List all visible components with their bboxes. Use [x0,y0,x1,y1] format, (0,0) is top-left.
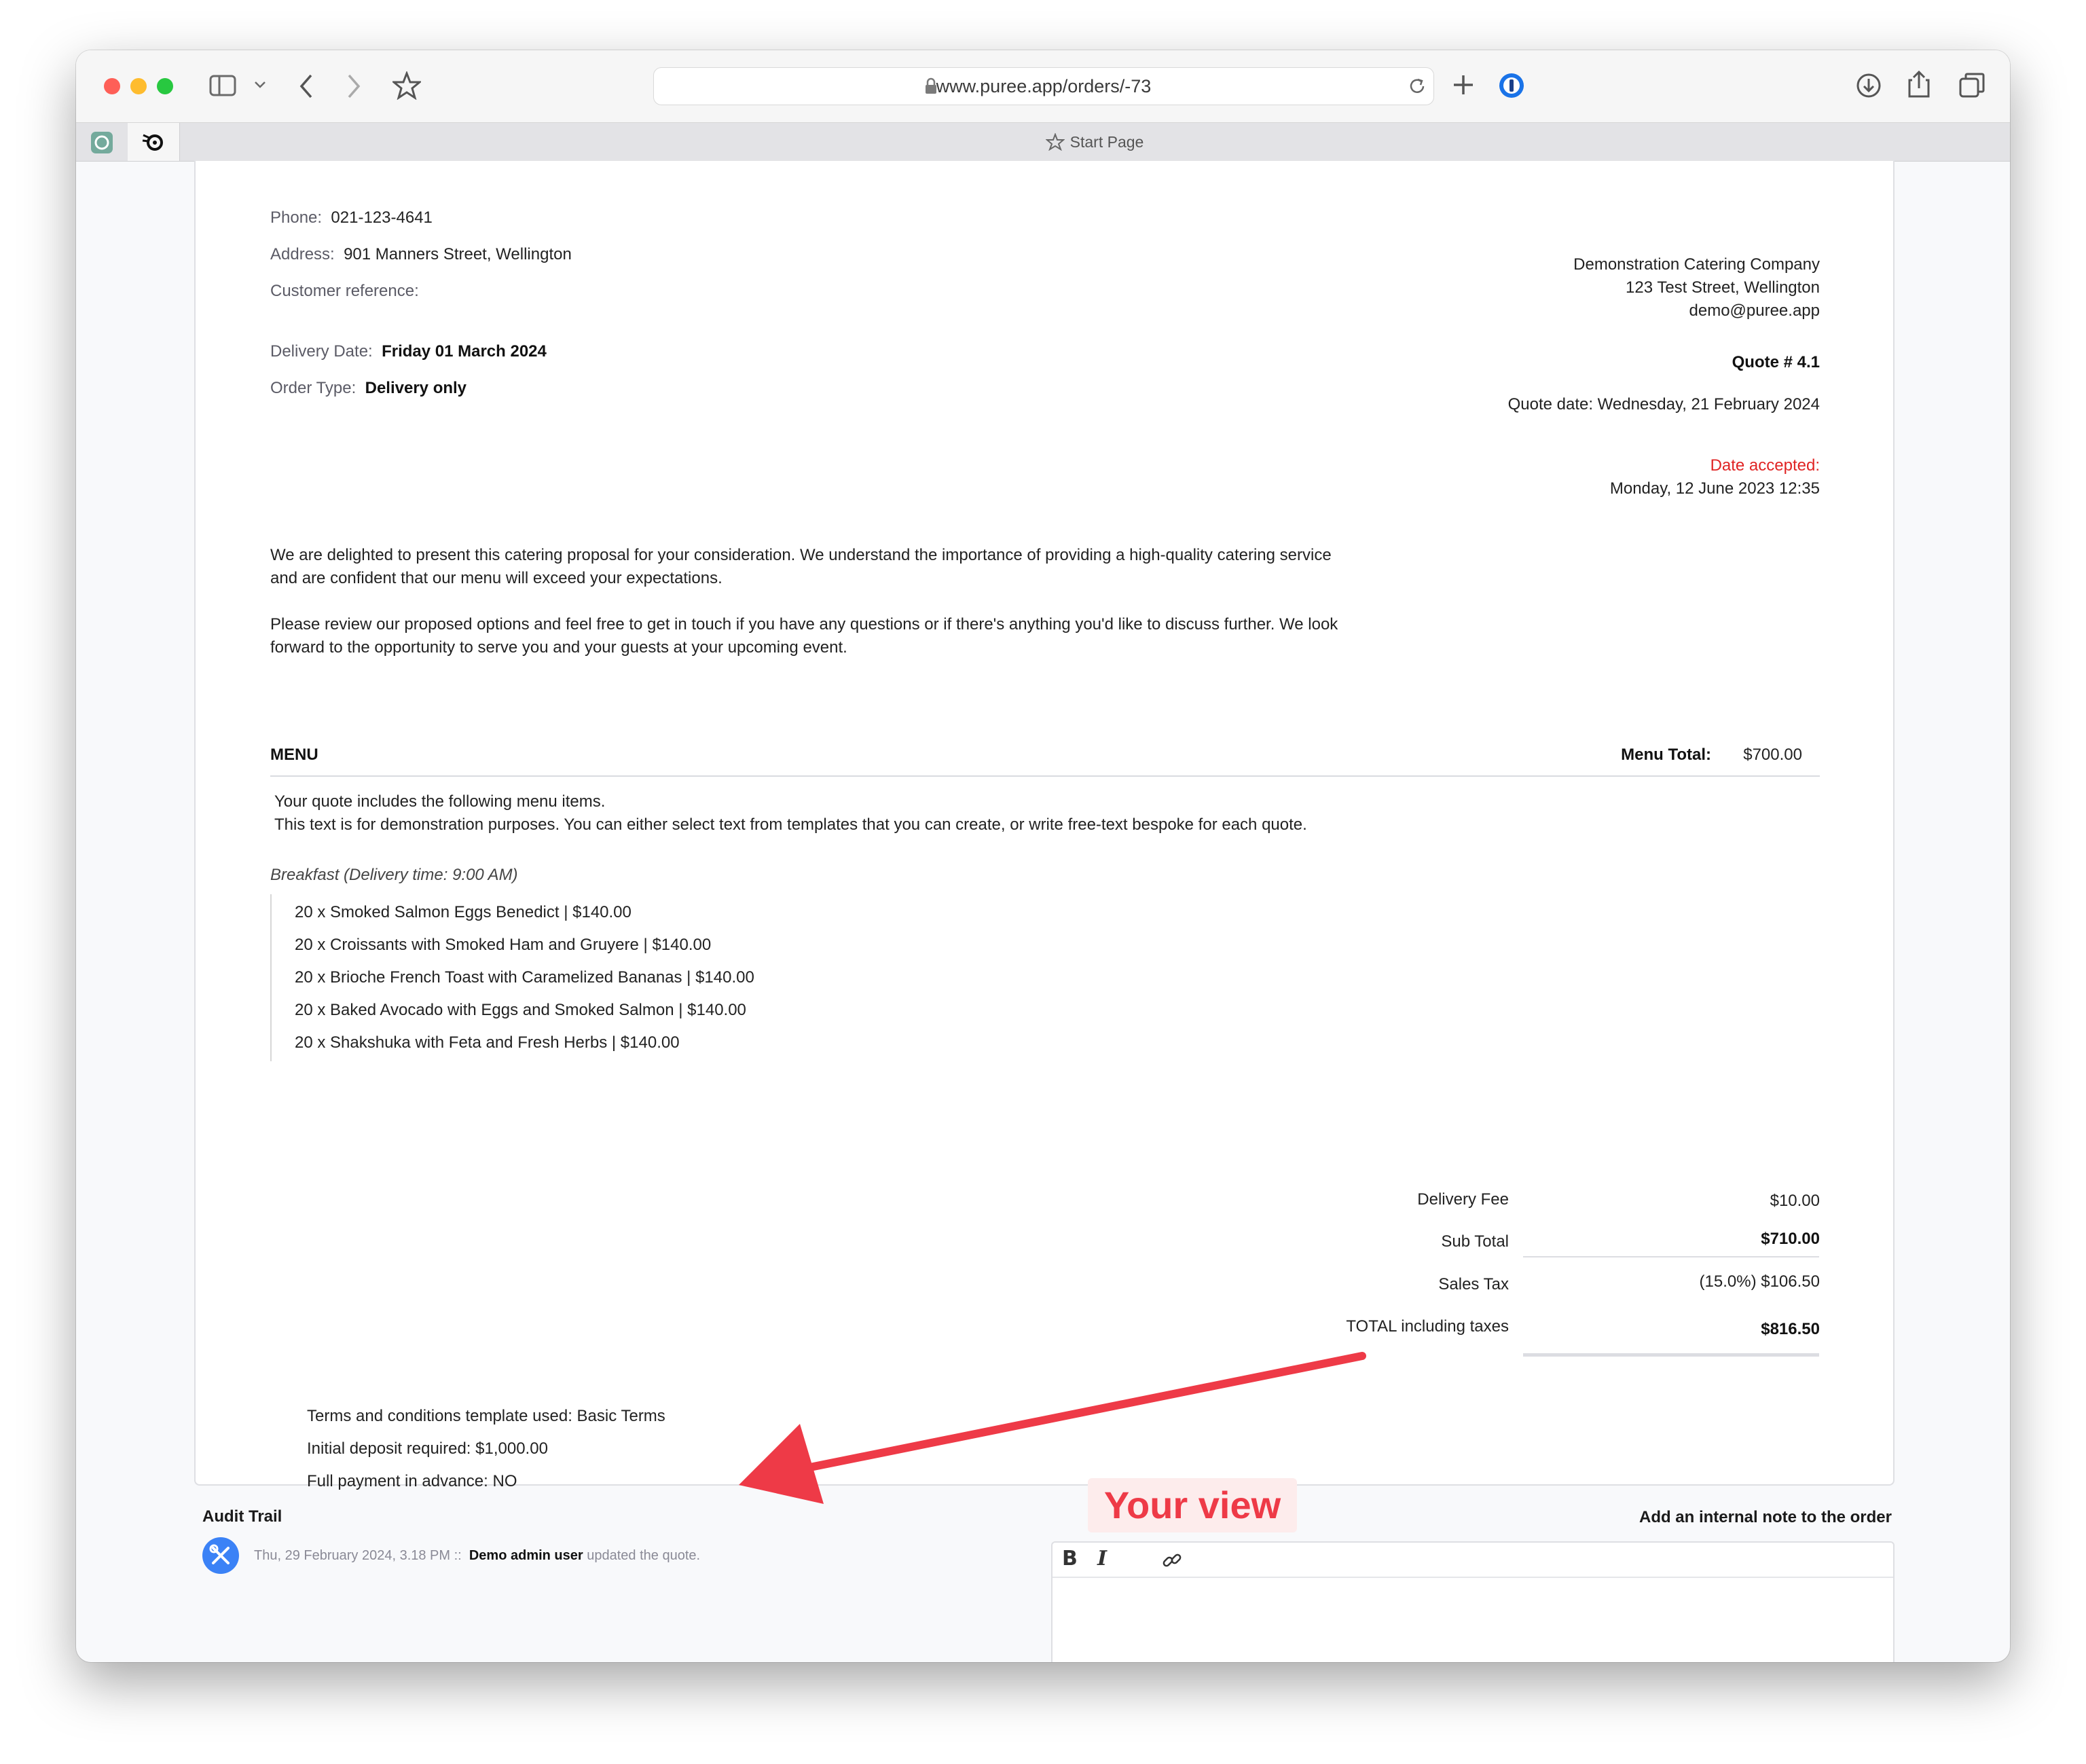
tab-overview-icon[interactable] [1958,72,1986,99]
downloads-icon[interactable] [1855,72,1882,99]
password-manager-icon[interactable] [1498,72,1525,99]
audit-trail-title: Audit Trail [202,1507,282,1526]
close-window-button[interactable] [104,78,120,94]
internal-note-title: Add an internal note to the order [1639,1508,1892,1526]
avatar [202,1537,239,1574]
annotation-label: Your view [1088,1478,1297,1532]
bookmark-star-icon[interactable] [392,71,421,100]
menu-item: 20 x Baked Avocado with Eggs and Smoked … [295,1001,746,1019]
company-street: 123 Test Street, Wellington [1626,278,1820,297]
date-accepted-label: Date accepted: [1710,456,1820,475]
editor-toolbar: B I [1053,1543,1893,1578]
full-payment: Full payment in advance: NO [307,1472,517,1490]
intro-paragraph-2-line-1: Please review our proposed options and f… [270,615,1338,633]
terms-template: Terms and conditions template used: Basi… [307,1407,665,1425]
totals-divider [1523,1256,1819,1257]
intro-paragraph-1-line-2: and are confident that our menu will exc… [270,569,722,587]
menu-items-border [270,894,272,1061]
date-accepted-value: Monday, 12 June 2023 12:35 [1609,479,1820,498]
audit-entry: Thu, 29 February 2024, 3.18 PM :: Demo a… [254,1544,700,1567]
order-type-value: Delivery only [365,379,467,397]
minimize-window-button[interactable] [130,78,147,94]
menu-section-title: Breakfast (Delivery time: 9:00 AM) [270,866,518,884]
tools-icon [209,1544,230,1564]
order-type-row: Order Type: Delivery only [270,377,466,400]
delivery-fee-value: $10.00 [1770,1192,1820,1210]
puree-logo-icon [142,134,163,151]
forward-icon[interactable] [346,73,361,99]
link-icon[interactable] [1161,1549,1183,1571]
url-text: www.puree.app/orders/-73 [936,76,1152,96]
subtotal-value: $710.00 [1761,1230,1820,1248]
menu-total-value: $700.00 [1743,746,1802,764]
reload-icon[interactable] [1408,77,1427,96]
start-page-label: Start Page [1069,133,1144,151]
phone-row: Phone: 021-123-4641 [270,206,433,229]
chatgpt-icon [91,132,113,153]
menu-description-line-2: This text is for demonstration purposes.… [274,815,1307,834]
audit-timestamp: Thu, 29 February 2024, 3.18 PM :: [254,1548,462,1563]
quote-document: Phone: 021-123-4641 Address: 901 Manners… [194,161,1895,1532]
new-tab-icon[interactable] [1452,73,1475,96]
menu-heading: MENU [270,746,318,764]
audit-action: updated the quote. [587,1548,701,1563]
sales-tax-value: (15.0%) $106.50 [1699,1272,1820,1291]
tab-bar: Start Page [76,123,2010,162]
audit-user[interactable]: Demo admin user [469,1548,583,1563]
company-name: Demonstration Catering Company [1573,255,1820,274]
menu-item: 20 x Smoked Salmon Eggs Benedict | $140.… [295,903,632,921]
grand-total-value: $816.50 [1761,1320,1820,1338]
delivery-date-value: Friday 01 March 2024 [382,342,547,361]
address-row: Address: 901 Manners Street, Wellington [270,243,572,266]
address-label: Address: [270,245,335,263]
back-icon[interactable] [299,73,314,99]
bold-icon[interactable]: B [1062,1547,1078,1570]
zoom-window-button[interactable] [157,78,173,94]
intro-paragraph-1-line-1: We are delighted to present this caterin… [270,546,1332,564]
delivery-fee-label: Delivery Fee [1417,1190,1509,1209]
address-bar[interactable]: www.puree.app/orders/-73 [653,67,1434,105]
browser-toolbar: www.puree.app/orders/-73 [76,50,2010,123]
quote-number: Quote # 4.1 [1732,353,1820,371]
share-icon[interactable] [1907,69,1931,99]
customer-reference-label: Customer reference: [270,282,419,300]
phone-value: 021-123-4641 [331,208,433,227]
browser-window: www.puree.app/orders/-73 Start Page Phon… [76,50,2010,1662]
order-type-label: Order Type: [270,379,356,397]
chevron-down-icon[interactable] [254,80,266,90]
italic-icon[interactable]: I [1097,1547,1107,1570]
menu-item: 20 x Croissants with Smoked Ham and Gruy… [295,936,712,954]
star-icon [1044,132,1065,151]
sidebar-toggle-icon[interactable] [209,75,236,96]
delivery-date-label: Delivery Date: [270,342,373,361]
grand-total-underline [1523,1353,1819,1357]
sales-tax-label: Sales Tax [1438,1275,1509,1293]
menu-total-label: Menu Total: [1621,746,1711,764]
company-email: demo@puree.app [1689,301,1820,320]
initial-deposit: Initial deposit required: $1,000.00 [307,1439,548,1458]
menu-item: 20 x Shakshuka with Feta and Fresh Herbs… [295,1033,680,1052]
phone-label: Phone: [270,208,323,227]
delivery-date-row: Delivery Date: Friday 01 March 2024 [270,340,547,363]
menu-divider [270,775,1820,777]
pinned-tab-chatgpt[interactable] [76,123,128,161]
menu-description-line-1: Your quote includes the following menu i… [274,792,606,811]
address-value: 901 Manners Street, Wellington [344,245,572,263]
pinned-tab-puree[interactable] [128,123,180,161]
subtotal-label: Sub Total [1441,1232,1509,1251]
tab-start-page[interactable]: Start Page [179,123,2010,161]
grand-total-label: TOTAL including taxes [1346,1317,1509,1336]
internal-note-editor[interactable]: B I [1051,1541,1895,1662]
quote-date: Quote date: Wednesday, 21 February 2024 [1507,395,1820,414]
menu-item: 20 x Brioche French Toast with Carameliz… [295,968,754,987]
intro-paragraph-2-line-2: forward to the opportunity to serve you … [270,638,847,657]
